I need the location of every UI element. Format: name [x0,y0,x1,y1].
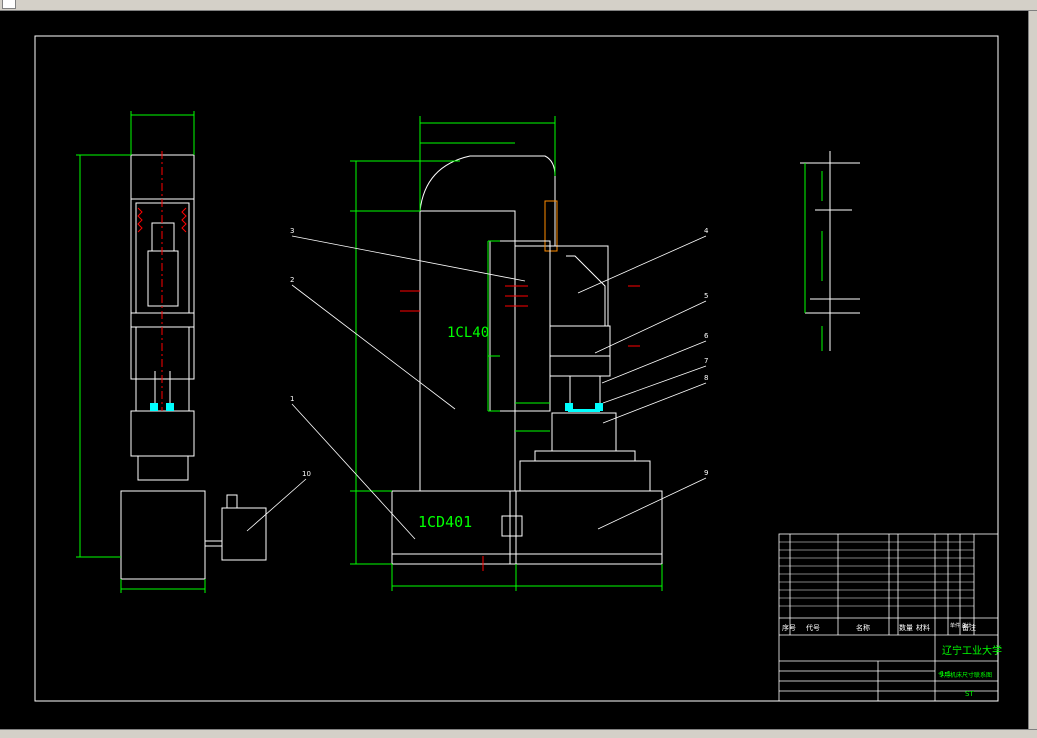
callout-5: 5 [704,292,708,300]
callout-10: 10 [302,470,311,478]
side-dimensions [76,111,206,593]
tb-header-qty: 数量 [899,623,913,632]
callout-7: 7 [704,357,708,365]
tb-header-code: 代号 [806,623,820,632]
callout-9: 9 [704,469,708,477]
tb-header-material: 材料 [916,623,930,632]
callout-2: 2 [290,276,294,284]
right-dimension-lines [804,163,823,351]
callout-8: 8 [704,374,708,382]
drawing-border [34,35,999,702]
leader-lines [246,235,707,540]
front-view [391,155,663,565]
document-tab[interactable] [2,0,16,9]
cad-viewport[interactable]: 1 2 3 4 5 6 7 8 9 10 1CL40 1CD401 序号 代号 … [0,11,1037,729]
tb-header-name: 名称 [856,623,870,632]
title-block-rows [779,541,974,607]
school-name: 辽宁工业大学 [942,644,1002,657]
callout-3: 3 [290,227,294,235]
callout-6: 6 [704,332,709,340]
vertical-scrollbar[interactable] [1028,11,1037,729]
window-topbar [0,0,1037,11]
base-model-label: 1CD401 [418,513,472,531]
right-dimension-stack [800,151,860,351]
tb-header-seq: 序号 [782,623,796,632]
front-view-highlights [565,403,603,412]
title-block-text: 序号 代号 名称 数量 材料 单件 总计 备注 1:1 ST [782,622,976,698]
callout-4: 4 [704,227,709,235]
column-model-label: 1CL40 [447,325,489,341]
side-view [120,154,267,580]
tb-header-remark: 备注 [962,623,976,632]
drawing-title: 专用机床尺寸联系图 [938,671,992,679]
tb-sheet-code: ST [965,690,974,698]
drawing-canvas: 1 2 3 4 5 6 7 8 9 10 1CL40 1CD401 序号 代号 … [34,35,1002,702]
front-dimensions [350,116,663,591]
callout-1: 1 [290,395,294,403]
callout-numbers: 1 2 3 4 5 6 7 8 9 10 [290,227,709,478]
